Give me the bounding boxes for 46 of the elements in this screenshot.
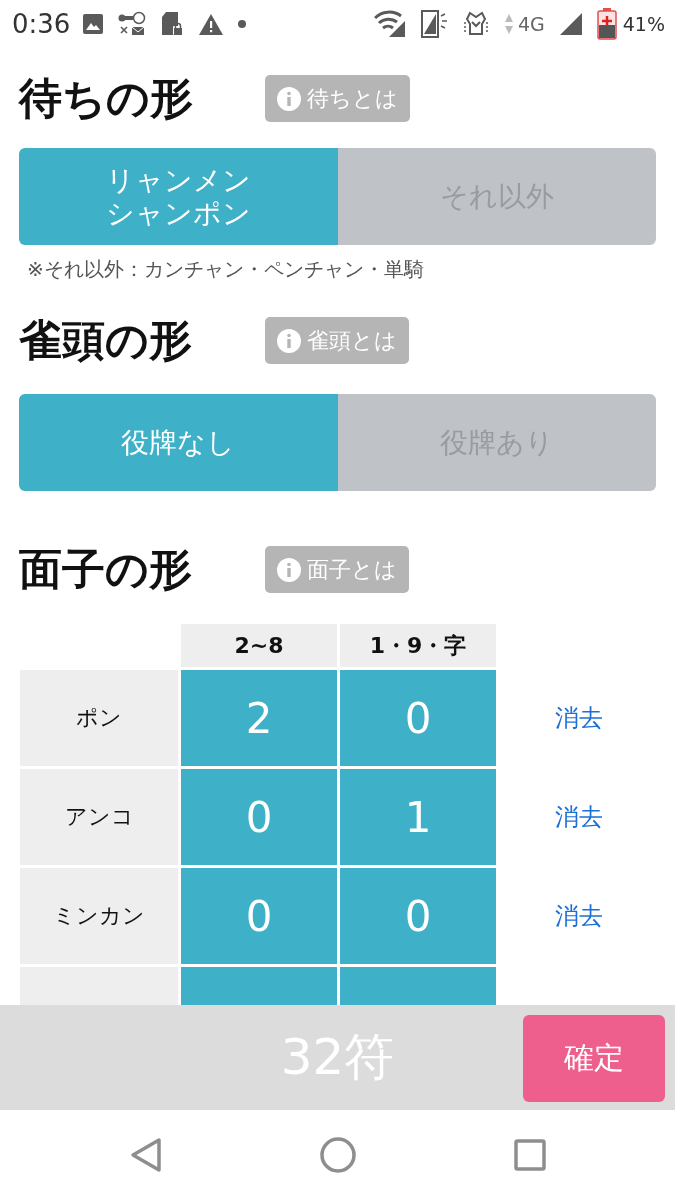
row-header: ミンカン <box>20 868 178 964</box>
vibrate-icon <box>461 10 490 38</box>
data-arrows-icon <box>503 13 514 35</box>
section-title: 面子の形 <box>19 546 193 593</box>
count-cell[interactable]: 1 <box>340 769 496 865</box>
toggle-option[interactable]: リャンメンシャンポン <box>19 148 338 245</box>
count-cell[interactable]: 0 <box>181 868 337 964</box>
section-title: 雀頭の形 <box>19 317 193 364</box>
count-cell[interactable] <box>181 967 337 1005</box>
cell-signal-icon <box>558 12 583 36</box>
count-cell[interactable]: 0 <box>181 769 337 865</box>
image-icon <box>82 13 105 35</box>
battery-icon <box>596 8 617 40</box>
network-type: 4G <box>517 13 545 35</box>
count-cell[interactable]: 0 <box>340 670 496 766</box>
sd-card-lock-icon <box>160 11 185 37</box>
count-cell[interactable]: 0 <box>340 868 496 964</box>
battery-percent: 41% <box>622 13 665 35</box>
clock: 0:36 <box>12 9 71 39</box>
count-cell[interactable]: 2 <box>181 670 337 766</box>
confirm-button[interactable]: 確定 <box>523 1015 665 1102</box>
warning-icon <box>198 12 225 36</box>
info-icon <box>277 557 301 582</box>
column-header: 1・9・字 <box>340 624 496 667</box>
info-button[interactable]: 待ちとは <box>265 75 410 122</box>
key-mail-icon <box>118 11 147 37</box>
count-cell[interactable] <box>340 967 496 1005</box>
note-text: ※それ以外：カンチャン・ペンチャン・単騎 <box>27 256 425 283</box>
row-header: ポン <box>20 670 178 766</box>
delete-link[interactable]: 消去 <box>555 702 603 734</box>
info-icon <box>277 86 301 111</box>
dot-icon <box>238 20 247 28</box>
info-icon <box>277 328 301 353</box>
info-button[interactable]: 面子とは <box>265 546 409 593</box>
recents-icon[interactable] <box>514 1139 546 1171</box>
phone-icon <box>419 10 448 38</box>
delete-link[interactable]: 消去 <box>555 900 603 932</box>
wifi-signal-icon <box>373 10 406 38</box>
row-header: アンコ <box>20 769 178 865</box>
back-icon[interactable] <box>130 1137 162 1173</box>
info-button[interactable]: 雀頭とは <box>265 317 409 364</box>
delete-link[interactable]: 消去 <box>555 801 603 833</box>
section-title: 待ちの形 <box>19 75 194 122</box>
home-icon[interactable] <box>320 1137 356 1173</box>
column-header: 2~8 <box>181 624 337 667</box>
toggle-option[interactable]: 役牌なし <box>19 394 338 491</box>
